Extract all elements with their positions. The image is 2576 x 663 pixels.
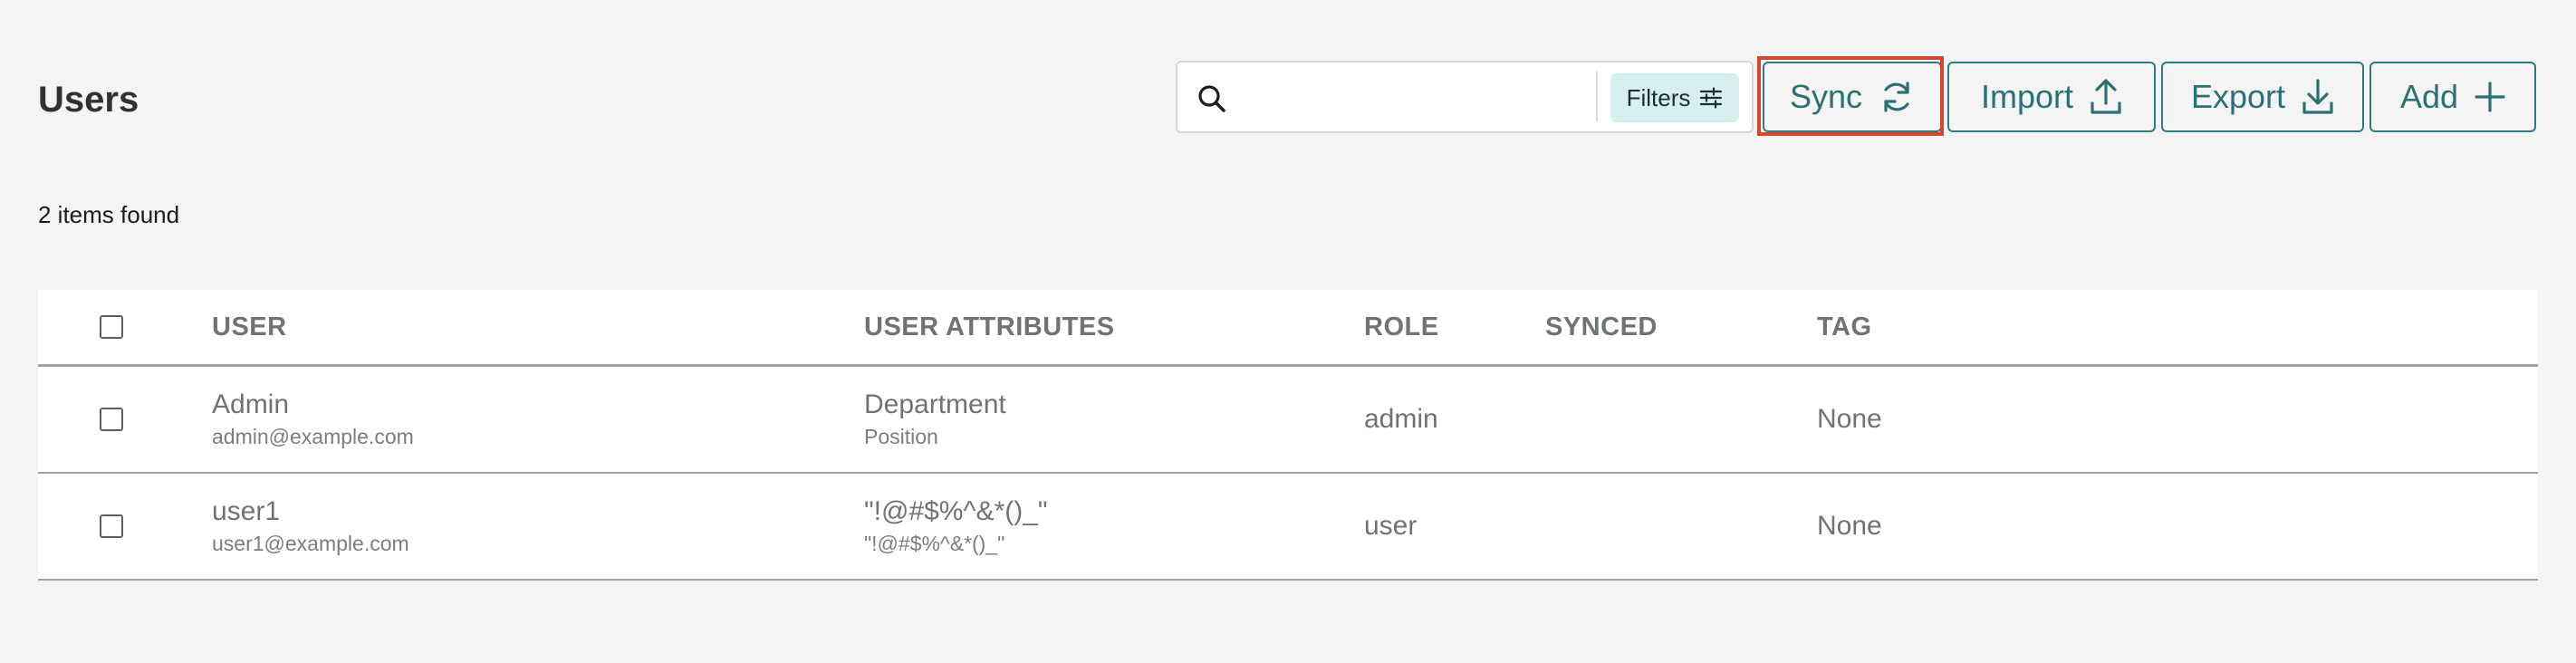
column-header-role[interactable]: ROLE <box>1364 290 1545 367</box>
import-button[interactable]: Import <box>1947 62 2156 132</box>
table-row[interactable]: user1 user1@example.com "!@#$%^&*()_" "!… <box>38 473 2538 581</box>
export-label: Export <box>2190 78 2286 115</box>
role-cell: user <box>1364 473 1545 581</box>
filters-button[interactable]: Filters <box>1610 73 1739 122</box>
download-icon <box>2302 79 2333 114</box>
row-select-cell <box>38 473 212 581</box>
users-table: USER USER ATTRIBUTES ROLE SYNCED TAG Adm… <box>38 290 2538 581</box>
sliders-icon <box>1700 87 1723 109</box>
attributes-cell: Department Position <box>864 365 1364 474</box>
column-header-tag[interactable]: TAG <box>1817 290 2538 367</box>
column-header-user[interactable]: USER <box>212 290 864 367</box>
column-header-user-attributes[interactable]: USER ATTRIBUTES <box>864 290 1364 367</box>
row-select-cell <box>38 365 212 474</box>
filters-label: Filters <box>1626 83 1691 111</box>
user-email: user1@example.com <box>212 532 409 555</box>
synced-cell <box>1545 365 1817 474</box>
attribute-primary: "!@#$%^&*()_" <box>864 496 1048 526</box>
search-divider <box>1596 72 1598 122</box>
user-email: admin@example.com <box>212 425 414 448</box>
add-label: Add <box>2399 78 2459 115</box>
users-page: Users Filters Sync Import Export Add 2 i… <box>0 0 2576 663</box>
attribute-secondary: "!@#$%^&*()_" <box>864 532 1005 555</box>
select-all-checkbox[interactable] <box>100 315 123 339</box>
upload-icon <box>2091 79 2121 114</box>
attributes-cell: "!@#$%^&*()_" "!@#$%^&*()_" <box>864 473 1364 581</box>
import-label: Import <box>1980 78 2074 115</box>
attribute-primary: Department <box>864 389 1006 419</box>
page-title: Users <box>38 80 139 120</box>
user-name: user1 <box>212 496 281 526</box>
search-input[interactable] <box>1237 72 1585 124</box>
user-cell: user1 user1@example.com <box>212 473 864 581</box>
table-row[interactable]: Admin admin@example.com Department Posit… <box>38 365 2538 474</box>
role-cell: admin <box>1364 365 1545 474</box>
column-header-synced[interactable]: SYNCED <box>1545 290 1817 367</box>
search-box[interactable]: Filters <box>1176 61 1754 133</box>
sync-button[interactable]: Sync <box>1763 62 1942 132</box>
export-button[interactable]: Export <box>2161 62 2364 132</box>
plus-icon <box>2475 82 2505 112</box>
sync-icon <box>1884 82 1909 112</box>
row-checkbox[interactable] <box>100 514 123 538</box>
sync-label: Sync <box>1789 78 1863 115</box>
add-button[interactable]: Add <box>2369 62 2536 132</box>
table-header-row: USER USER ATTRIBUTES ROLE SYNCED TAG <box>38 290 2538 367</box>
user-cell: Admin admin@example.com <box>212 365 864 474</box>
search-icon <box>1198 85 1226 112</box>
results-count: 2 items found <box>38 201 180 228</box>
toolbar: Filters Sync Import Export Add <box>1176 56 2536 136</box>
tag-cell: None <box>1817 473 2538 581</box>
synced-cell <box>1545 473 1817 581</box>
row-checkbox[interactable] <box>100 408 123 431</box>
tag-cell: None <box>1817 365 2538 474</box>
select-all-cell <box>38 290 212 367</box>
user-name: Admin <box>212 389 290 419</box>
attribute-secondary: Position <box>864 425 938 448</box>
